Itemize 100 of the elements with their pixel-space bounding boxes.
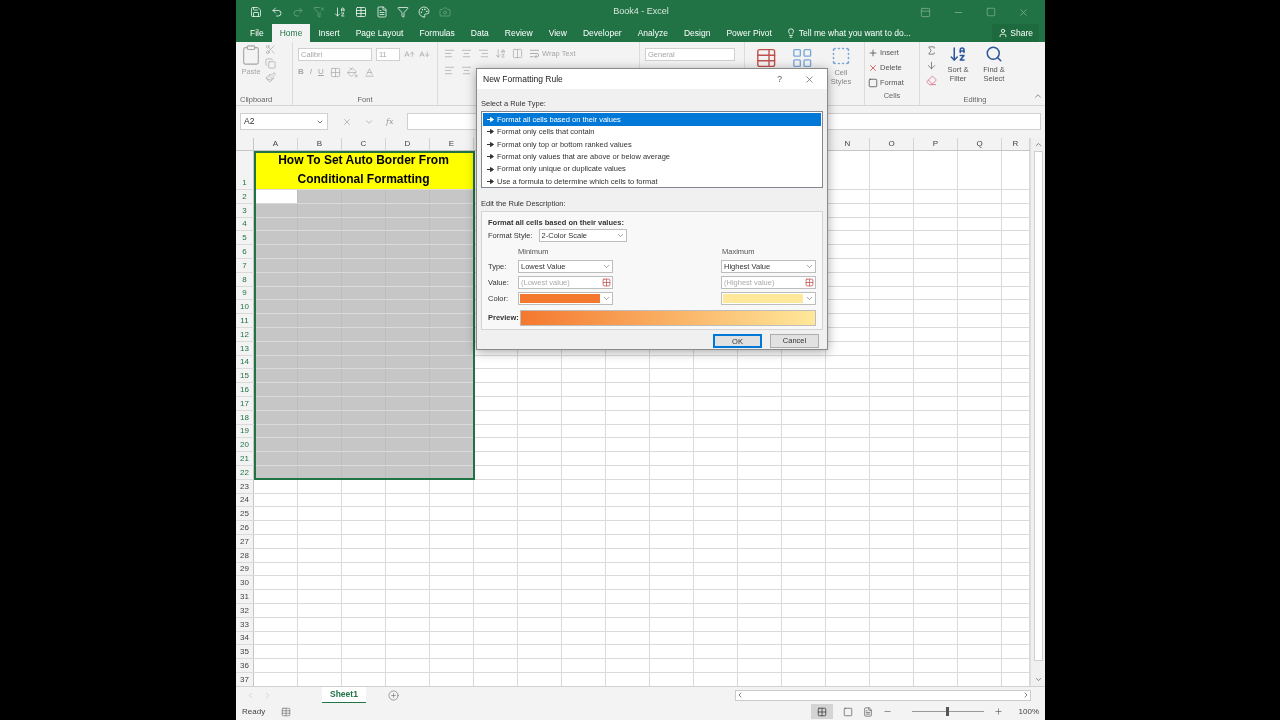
collapse-ribbon-icon[interactable] [1032,91,1043,101]
ribbon-tab[interactable]: Review [496,24,541,42]
column-header[interactable]: P [932,138,939,150]
fill-down-icon[interactable] [926,60,937,71]
color-picker[interactable] [518,292,613,305]
selected-cell[interactable] [386,231,430,245]
dropdown-icon[interactable] [805,262,814,271]
filter-icon[interactable] [397,6,409,18]
selected-cell[interactable] [254,438,298,452]
selected-cell[interactable] [298,438,342,452]
borders-icon[interactable] [329,66,341,78]
share-button[interactable]: Share [992,24,1039,42]
selected-cell[interactable] [298,383,342,396]
selected-cell[interactable] [386,452,430,465]
selected-cell[interactable] [342,190,386,203]
column-header[interactable]: O [888,138,895,150]
align-middle-icon[interactable] [461,48,472,60]
selected-cell[interactable] [386,190,430,203]
align-bottom-icon[interactable] [478,48,489,60]
column-header[interactable]: N [844,138,851,150]
ribbon-tab[interactable]: Home [271,24,311,42]
page-layout-icon[interactable] [842,706,853,717]
selected-cell[interactable] [298,300,342,314]
selected-cell[interactable] [386,300,430,314]
selected-cell[interactable] [254,300,298,314]
selected-cell[interactable] [430,438,474,452]
selected-cell[interactable] [254,369,298,383]
column-header[interactable]: R [1012,138,1019,150]
previous-sheet-icon[interactable] [246,690,255,700]
selected-cell[interactable] [254,314,298,327]
close-icon[interactable] [804,73,815,85]
selected-cell[interactable] [386,369,430,383]
row-header[interactable]: 1 [242,177,247,189]
column-header[interactable]: C [360,138,367,150]
align-left-icon[interactable] [444,65,455,77]
ribbon-options-icon[interactable] [920,6,931,18]
cancel-icon[interactable] [342,116,352,127]
fill-color-icon[interactable] [346,66,358,78]
selected-cell[interactable] [342,314,386,327]
selected-cell[interactable] [254,231,298,245]
font-color-icon[interactable] [363,66,375,78]
selected-cell[interactable] [430,383,474,396]
selected-cell[interactable] [386,438,430,452]
horizontal-scrollbar[interactable] [735,689,1031,701]
align-top-icon[interactable] [444,48,455,60]
maximize-icon[interactable] [986,7,996,17]
range-select-icon[interactable] [805,278,814,287]
ribbon-tab[interactable]: Analyze [629,24,676,42]
tell-me-field[interactable]: Tell me what you want to do... [785,24,911,42]
column-header[interactable]: E [448,138,455,150]
selected-cell[interactable] [386,314,430,327]
ribbon-tab[interactable]: Page Layout [347,24,412,42]
ribbon-tab[interactable]: View [540,24,575,42]
camera-icon[interactable] [439,6,451,18]
scroll-up-icon[interactable] [1033,140,1043,149]
range-select-icon[interactable] [602,278,611,287]
close-icon[interactable] [1018,6,1029,18]
color-picker[interactable] [721,292,816,305]
selected-cell[interactable] [342,300,386,314]
form-icon[interactable] [355,6,367,18]
selected-cell[interactable] [298,314,342,327]
normal-view-button[interactable] [810,704,833,719]
zoom-thumb[interactable] [945,707,949,716]
paintbrush-icon[interactable] [265,72,276,83]
selected-cell[interactable] [298,369,342,383]
align-center-icon[interactable] [461,65,472,77]
eraser-icon[interactable] [926,75,937,86]
conditional-format-icon[interactable] [755,46,778,70]
vertical-scrollbar[interactable] [1030,138,1045,686]
help-button[interactable]: ? [777,72,782,86]
zoom-in-icon[interactable] [993,707,1003,716]
scissors-icon[interactable] [265,44,276,55]
ribbon-tab[interactable]: File [242,24,272,42]
sum-icon[interactable] [926,45,937,56]
column-header[interactable]: Q [976,138,983,150]
selected-cell[interactable] [430,245,474,258]
save-icon[interactable] [250,6,262,18]
column-header[interactable]: B [316,138,323,150]
dropdown-icon[interactable] [602,262,611,271]
selected-cell[interactable] [298,452,342,465]
selected-cell[interactable] [342,231,386,245]
selected-cell[interactable] [254,245,298,258]
grow-font-icon[interactable] [404,49,415,60]
ribbon-tab[interactable]: Developer [574,24,630,42]
ribbon-tab[interactable]: Data [462,24,497,42]
selected-cell[interactable] [430,314,474,327]
selected-cell[interactable] [342,452,386,465]
selected-cell[interactable] [342,438,386,452]
next-sheet-icon[interactable] [263,690,272,700]
ribbon-tab[interactable]: Design [675,24,719,42]
zoom-level[interactable]: 100% [1018,705,1039,718]
selected-cell[interactable] [386,383,430,396]
selected-cell[interactable] [430,452,474,465]
selected-cell[interactable] [298,245,342,258]
selected-cell[interactable] [430,231,474,245]
undo-icon[interactable] [271,6,283,18]
palette-icon[interactable] [418,6,430,18]
selected-cell[interactable] [298,190,342,203]
scroll-right-icon[interactable] [1022,691,1030,699]
copy-icon[interactable] [265,58,276,69]
